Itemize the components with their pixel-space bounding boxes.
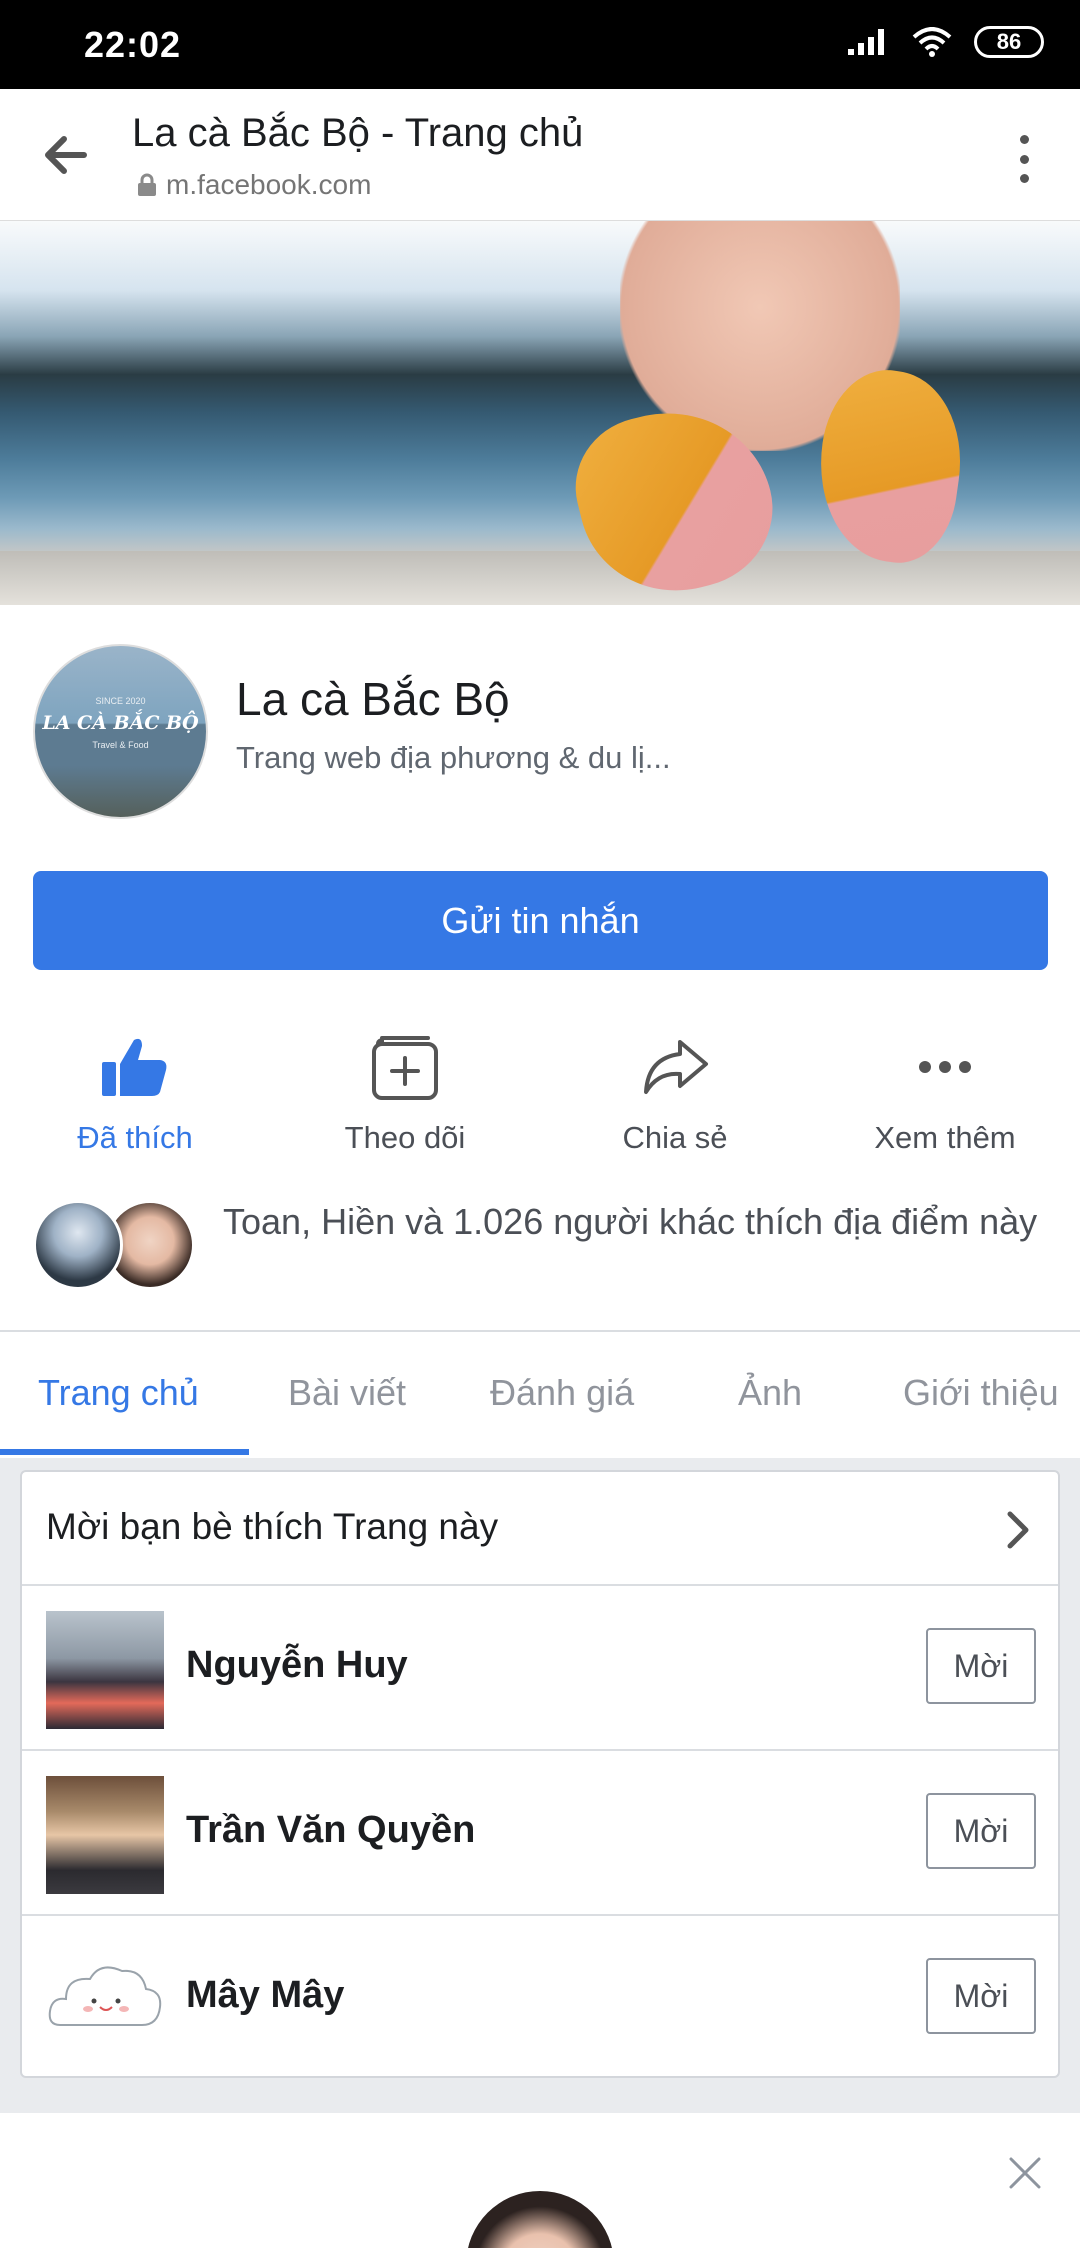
friend-name[interactable]: Nguyễn Huy: [186, 1644, 408, 1687]
chevron-right-icon: [1007, 1511, 1029, 1549]
close-icon[interactable]: [1005, 2153, 1045, 2193]
suggestion-card: [0, 2113, 1080, 2248]
url-text: m.facebook.com: [166, 169, 372, 200]
see-more-button[interactable]: Xem thêm: [810, 1030, 1080, 1160]
friend-name[interactable]: Trần Văn Quyền: [186, 1809, 475, 1852]
friend-row: Trần Văn Quyền Mời: [22, 1751, 1058, 1916]
more-icon: [919, 1061, 971, 1073]
share-label: Chia sẻ: [622, 1120, 728, 1155]
overflow-menu-button[interactable]: [1008, 129, 1040, 189]
like-icon: [102, 1038, 167, 1096]
page-category: Trang web địa phương & du lị...: [236, 740, 671, 775]
battery-indicator: 86: [974, 26, 1044, 58]
dot-icon: [1019, 154, 1029, 164]
page-name[interactable]: La cà Bắc Bộ: [236, 672, 510, 726]
like-button[interactable]: Đã thích: [0, 1030, 270, 1160]
status-time: 22:02: [84, 24, 182, 65]
invite-button[interactable]: Mời: [926, 1628, 1036, 1704]
dot-icon: [1019, 135, 1029, 144]
tab-home[interactable]: Trang chủ: [38, 1372, 199, 1414]
friend-name[interactable]: Mây Mây: [186, 1974, 344, 2017]
share-icon: [644, 1040, 708, 1094]
likes-text: Toan, Hiền và 1.026 người khác thích địa…: [223, 1201, 1038, 1242]
signal-icon: [848, 29, 884, 55]
cloud-avatar-icon[interactable]: [46, 1941, 164, 2059]
tab-about[interactable]: Giới thiệu: [903, 1372, 1059, 1414]
invite-button[interactable]: Mời: [926, 1958, 1036, 2034]
friend-photo[interactable]: [46, 1776, 164, 1894]
page-actions: Đã thích Theo dõi Chia sẻ Xem thêm: [0, 1030, 1080, 1160]
send-message-button[interactable]: Gửi tin nhắn: [33, 871, 1048, 970]
tab-reviews[interactable]: Đánh giá: [490, 1372, 634, 1414]
friend-row: Mây Mây Mời: [22, 1916, 1058, 2081]
wifi-icon: [912, 27, 952, 57]
share-button[interactable]: Chia sẻ: [540, 1030, 810, 1160]
suggested-profile-avatar[interactable]: [466, 2191, 614, 2248]
invite-friends-card: Mời bạn bè thích Trang này Nguyễn Huy Mờ…: [20, 1470, 1060, 2078]
see-more-label: Xem thêm: [874, 1120, 1016, 1155]
cover-ground: [0, 551, 1080, 605]
url-row[interactable]: m.facebook.com: [136, 169, 371, 201]
follow-icon: [372, 1036, 438, 1100]
invite-header[interactable]: Mời bạn bè thích Trang này: [22, 1472, 1058, 1586]
tab-photos[interactable]: Ảnh: [738, 1372, 802, 1414]
avatar-since: SINCE 2020: [95, 696, 146, 706]
tab-posts[interactable]: Bài viết: [288, 1372, 406, 1414]
dot-icon: [1019, 174, 1029, 183]
page-avatar[interactable]: SINCE 2020 LA CÀ BẮC BỘ Travel & Food: [33, 644, 208, 819]
friend-photo[interactable]: [46, 1611, 164, 1729]
browser-bar: La cà Bắc Bộ - Trang chủ m.facebook.com: [0, 89, 1080, 221]
friend-avatar: [33, 1200, 123, 1290]
avatar-logo-text: LA CÀ BẮC BỘ: [42, 712, 199, 734]
follow-label: Theo dõi: [344, 1120, 466, 1155]
friend-row: Nguyễn Huy Mời: [22, 1586, 1058, 1751]
like-label: Đã thích: [77, 1120, 193, 1155]
cover-photo[interactable]: [0, 221, 1080, 605]
back-arrow-icon[interactable]: [36, 125, 96, 185]
invite-title: Mời bạn bè thích Trang này: [46, 1506, 499, 1547]
status-icons: 86: [846, 26, 1044, 58]
avatar-subtitle: Travel & Food: [92, 740, 149, 750]
invite-button[interactable]: Mời: [926, 1793, 1036, 1869]
active-tab-indicator: [0, 1449, 249, 1455]
browser-page-title: La cà Bắc Bộ - Trang chủ: [132, 111, 584, 155]
page-tabs: Trang chủ Bài viết Đánh giá Ảnh Giới thi…: [0, 1332, 1080, 1458]
follow-button[interactable]: Theo dõi: [270, 1030, 540, 1160]
likes-summary[interactable]: Toan, Hiền và 1.026 người khác thích địa…: [33, 1200, 1043, 1300]
lock-icon: [138, 173, 156, 196]
status-bar: 22:02 86: [0, 0, 1080, 89]
